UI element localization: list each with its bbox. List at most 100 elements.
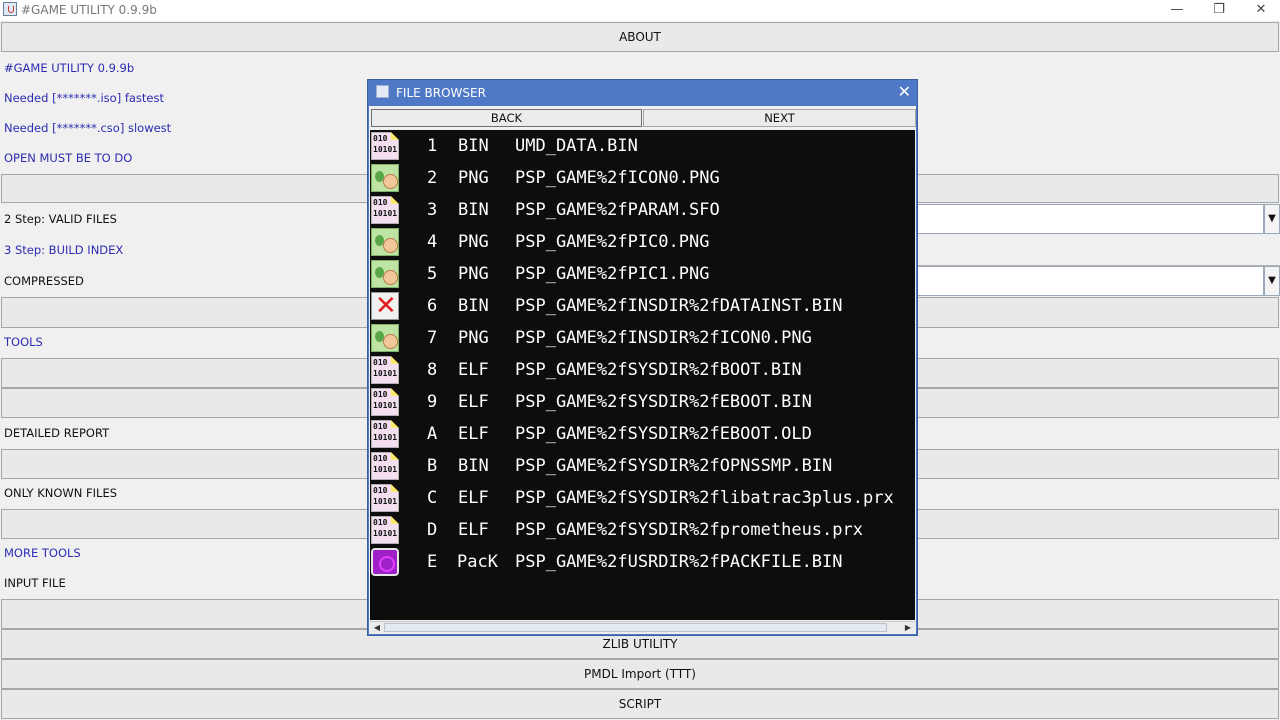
file-type: PNG — [458, 232, 489, 252]
binary-file-icon: 010 10101 — [371, 516, 399, 544]
dialog-body: BACK NEXT 010 10101 1 BIN UMD_DATA.BIN 2 PNG P… — [369, 106, 916, 634]
file-name: PSP_GAME%2fSYSDIR%2fEBOOT.BIN — [515, 392, 812, 412]
file-name: UMD_DATA.BIN — [515, 136, 638, 156]
file-row[interactable]: 010 10101 D ELF PSP_GAME%2fSYSDIR%2fprometh… — [370, 515, 915, 547]
file-row[interactable]: 2 PNG PSP_GAME%2fICON0.PNG — [370, 163, 915, 195]
file-row[interactable]: 7 PNG PSP_GAME%2fINSDIR%2fICON0.PNG — [370, 323, 915, 355]
iso-needed-label: Needed [*******.iso] fastest — [4, 91, 165, 105]
file-type: ELF — [458, 520, 489, 540]
file-row[interactable]: 010 10101 9 ELF PSP_GAME%2fSYSDIR%2fEBOOT.B… — [370, 387, 915, 419]
script-button[interactable]: SCRIPT — [1, 689, 1279, 719]
file-list[interactable]: 010 10101 1 BIN UMD_DATA.BIN 2 PNG PSP_GAME%2f… — [370, 130, 915, 620]
next-button[interactable]: NEXT — [643, 109, 916, 127]
file-row[interactable]: E PacK PSP_GAME%2fUSRDIR%2fPACKFILE.BIN — [370, 547, 915, 579]
binary-file-icon: 010 10101 — [371, 420, 399, 448]
pmdl-import-button[interactable]: PMDL Import (TTT) — [1, 659, 1279, 689]
file-index: 2 — [427, 168, 438, 188]
file-type: PacK — [457, 552, 498, 572]
file-index: 7 — [427, 328, 438, 348]
compressed-label: COMPRESSED — [4, 274, 84, 288]
window-titlebar: #GAME UTILITY 0.9.9b — ❐ ✕ — [0, 0, 1280, 21]
open-label: OPEN MUST BE TO DO — [4, 151, 133, 165]
file-row[interactable]: 010 10101 1 BIN UMD_DATA.BIN — [370, 131, 915, 163]
file-name: PSP_GAME%2fSYSDIR%2fBOOT.BIN — [515, 360, 802, 380]
about-button[interactable]: ABOUT — [1, 22, 1279, 52]
file-type: ELF — [458, 392, 489, 412]
file-name: PSP_GAME%2fSYSDIR%2fprometheus.prx — [515, 520, 863, 540]
file-index: 3 — [427, 200, 438, 220]
cso-needed-label: Needed [*******.cso] slowest — [4, 121, 172, 135]
binary-file-icon: 010 10101 — [371, 356, 399, 384]
java-app-icon — [376, 85, 389, 98]
close-button[interactable]: ✕ — [1241, 0, 1280, 20]
file-row[interactable]: 010 10101 C ELF PSP_GAME%2fSYSDIR%2flibatra… — [370, 483, 915, 515]
file-row[interactable]: 4 PNG PSP_GAME%2fPIC0.PNG — [370, 227, 915, 259]
file-index: 5 — [427, 264, 438, 284]
file-name: PSP_GAME%2fICON0.PNG — [515, 168, 720, 188]
dialog-close-icon[interactable]: ✕ — [898, 82, 911, 101]
maximize-button[interactable]: ❐ — [1199, 0, 1239, 20]
file-name: PSP_GAME%2fSYSDIR%2fEBOOT.OLD — [515, 424, 812, 444]
build-index-label: 3 Step: BUILD INDEX — [4, 243, 124, 257]
detailed-report-label: DETAILED REPORT — [4, 426, 110, 440]
file-row[interactable]: 010 10101 3 BIN PSP_GAME%2fPARAM.SFO — [370, 195, 915, 227]
binary-file-icon: 010 10101 — [371, 196, 399, 224]
binary-file-icon: 010 10101 — [371, 388, 399, 416]
minimize-button[interactable]: — — [1157, 0, 1197, 20]
scroll-left-icon[interactable]: ◀ — [371, 622, 383, 634]
java-app-icon — [3, 2, 17, 16]
error-file-icon: ✕ — [371, 291, 399, 321]
binary-file-icon: 010 10101 — [371, 132, 399, 160]
file-row[interactable]: 010 10101 A ELF PSP_GAME%2fSYSDIR%2fEBOOT.O… — [370, 419, 915, 451]
file-index: B — [427, 456, 438, 476]
file-name: PSP_GAME%2fINSDIR%2fDATAINST.BIN — [515, 296, 843, 316]
dialog-title: FILE BROWSER — [396, 86, 486, 100]
file-index: A — [427, 424, 438, 444]
file-index: 4 — [427, 232, 438, 252]
valid-files-field[interactable] — [916, 204, 1264, 234]
input-file-label: INPUT FILE — [4, 576, 66, 590]
image-file-icon — [371, 260, 399, 288]
file-index: 6 — [427, 296, 438, 316]
image-file-icon — [371, 228, 399, 256]
file-row[interactable]: 5 PNG PSP_GAME%2fPIC1.PNG — [370, 259, 915, 291]
file-name: PSP_GAME%2fPIC0.PNG — [515, 232, 710, 252]
file-row[interactable]: 010 10101 8 ELF PSP_GAME%2fSYSDIR%2fBOOT.BI… — [370, 355, 915, 387]
only-known-files-label: ONLY KNOWN FILES — [4, 486, 118, 500]
horizontal-scrollbar[interactable]: ◀ ▶ — [370, 621, 915, 634]
file-name: PSP_GAME%2fSYSDIR%2fOPNSSMP.BIN — [515, 456, 833, 476]
file-index: E — [427, 552, 438, 572]
back-button[interactable]: BACK — [371, 109, 642, 127]
image-file-icon — [371, 324, 399, 352]
pack-file-icon — [371, 548, 399, 576]
file-name: PSP_GAME%2fINSDIR%2fICON0.PNG — [515, 328, 812, 348]
binary-file-icon: 010 10101 — [371, 484, 399, 512]
file-row[interactable]: 010 10101 B BIN PSP_GAME%2fSYSDIR%2fOPNSSMP… — [370, 451, 915, 483]
file-type: ELF — [458, 424, 489, 444]
file-name: PSP_GAME%2fPIC1.PNG — [515, 264, 710, 284]
compressed-dropdown[interactable]: ▼ — [1264, 266, 1280, 296]
image-file-icon — [371, 164, 399, 192]
compressed-field[interactable] — [916, 266, 1264, 296]
file-type: PNG — [458, 168, 489, 188]
file-index: 9 — [427, 392, 438, 412]
file-row[interactable]: ✕ 6 BIN PSP_GAME%2fINSDIR%2fDATAINST.BIN — [370, 291, 915, 323]
file-index: D — [427, 520, 438, 540]
tools-label: TOOLS — [4, 335, 43, 349]
valid-files-label: 2 Step: VALID FILES — [4, 212, 117, 226]
file-type: ELF — [458, 488, 489, 508]
file-type: BIN — [458, 136, 489, 156]
file-type: ELF — [458, 360, 489, 380]
file-index: 1 — [427, 136, 438, 156]
scroll-right-icon[interactable]: ▶ — [902, 622, 914, 634]
file-type: BIN — [458, 200, 489, 220]
valid-files-dropdown[interactable]: ▼ — [1264, 204, 1280, 234]
file-type: BIN — [458, 456, 489, 476]
file-browser-dialog: FILE BROWSER ✕ BACK NEXT 010 10101 1 BIN UM… — [367, 79, 918, 636]
scrollbar-thumb[interactable] — [384, 623, 887, 632]
file-index: 8 — [427, 360, 438, 380]
file-name: PSP_GAME%2fSYSDIR%2flibatrac3plus.prx — [515, 488, 894, 508]
binary-file-icon: 010 10101 — [371, 452, 399, 480]
file-type: BIN — [458, 296, 489, 316]
file-type: PNG — [458, 328, 489, 348]
